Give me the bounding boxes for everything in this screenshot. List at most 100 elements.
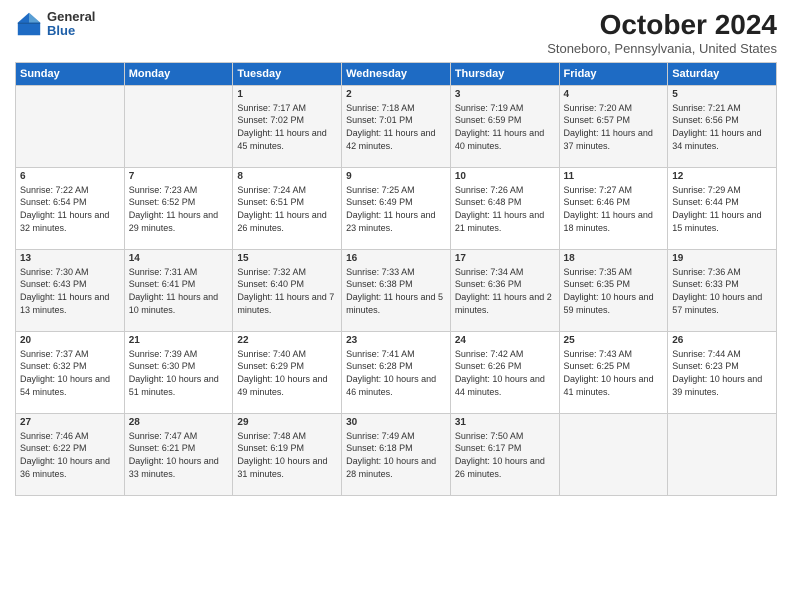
day-cell-3-1: 13 Sunrise: 7:30 AMSunset: 6:43 PMDayligh…	[16, 249, 125, 331]
week-row-4: 20 Sunrise: 7:37 AMSunset: 6:32 PMDayligh…	[16, 331, 777, 413]
day-info: Sunrise: 7:49 AMSunset: 6:18 PMDaylight:…	[346, 430, 446, 480]
day-cell-4-7: 26 Sunrise: 7:44 AMSunset: 6:23 PMDayligh…	[668, 331, 777, 413]
day-number: 27	[20, 417, 120, 428]
day-cell-2-3: 8 Sunrise: 7:24 AMSunset: 6:51 PMDaylight…	[233, 167, 342, 249]
day-info: Sunrise: 7:25 AMSunset: 6:49 PMDaylight:…	[346, 184, 446, 234]
day-number: 3	[455, 89, 555, 100]
day-info: Sunrise: 7:20 AMSunset: 6:57 PMDaylight:…	[564, 102, 664, 152]
day-number: 8	[237, 171, 337, 182]
day-number: 2	[346, 89, 446, 100]
day-cell-3-6: 18 Sunrise: 7:35 AMSunset: 6:35 PMDayligh…	[559, 249, 668, 331]
day-info: Sunrise: 7:18 AMSunset: 7:01 PMDaylight:…	[346, 102, 446, 152]
day-cell-5-1: 27 Sunrise: 7:46 AMSunset: 6:22 PMDayligh…	[16, 413, 125, 495]
logo-text: General Blue	[47, 10, 95, 39]
day-number: 1	[237, 89, 337, 100]
day-cell-4-2: 21 Sunrise: 7:39 AMSunset: 6:30 PMDayligh…	[124, 331, 233, 413]
day-info: Sunrise: 7:44 AMSunset: 6:23 PMDaylight:…	[672, 348, 772, 398]
day-info: Sunrise: 7:27 AMSunset: 6:46 PMDaylight:…	[564, 184, 664, 234]
day-cell-4-5: 24Sunrise: 7:42 AMSunset: 6:26 PMDayligh…	[450, 331, 559, 413]
day-number: 18	[564, 253, 664, 264]
day-info: Sunrise: 7:35 AMSunset: 6:35 PMDaylight:…	[564, 266, 664, 316]
day-number: 14	[129, 253, 229, 264]
title-area: October 2024 Stoneboro, Pennsylvania, Un…	[547, 10, 777, 56]
day-cell-1-3: 1 Sunrise: 7:17 AMSunset: 7:02 PMDaylight…	[233, 85, 342, 167]
day-info: Sunrise: 7:17 AMSunset: 7:02 PMDaylight:…	[237, 102, 337, 152]
day-number: 23	[346, 335, 446, 346]
day-cell-5-2: 28 Sunrise: 7:47 AMSunset: 6:21 PMDayligh…	[124, 413, 233, 495]
day-cell-2-2: 7 Sunrise: 7:23 AMSunset: 6:52 PMDaylight…	[124, 167, 233, 249]
day-cell-2-1: 6Sunrise: 7:22 AMSunset: 6:54 PMDaylight…	[16, 167, 125, 249]
week-row-1: 1 Sunrise: 7:17 AMSunset: 7:02 PMDaylight…	[16, 85, 777, 167]
day-cell-3-4: 16 Sunrise: 7:33 AMSunset: 6:38 PMDayligh…	[342, 249, 451, 331]
day-cell-5-3: 29 Sunrise: 7:48 AMSunset: 6:19 PMDayligh…	[233, 413, 342, 495]
day-info: Sunrise: 7:46 AMSunset: 6:22 PMDaylight:…	[20, 430, 120, 480]
day-cell-2-4: 9 Sunrise: 7:25 AMSunset: 6:49 PMDaylight…	[342, 167, 451, 249]
day-number: 29	[237, 417, 337, 428]
day-number: 30	[346, 417, 446, 428]
day-info: Sunrise: 7:37 AMSunset: 6:32 PMDaylight:…	[20, 348, 120, 398]
day-number: 9	[346, 171, 446, 182]
day-number: 21	[129, 335, 229, 346]
day-cell-2-6: 11 Sunrise: 7:27 AMSunset: 6:46 PMDayligh…	[559, 167, 668, 249]
day-number: 5	[672, 89, 772, 100]
day-info: Sunrise: 7:41 AMSunset: 6:28 PMDaylight:…	[346, 348, 446, 398]
day-cell-4-1: 20 Sunrise: 7:37 AMSunset: 6:32 PMDayligh…	[16, 331, 125, 413]
day-cell-3-2: 14 Sunrise: 7:31 AMSunset: 6:41 PMDayligh…	[124, 249, 233, 331]
day-cell-1-2	[124, 85, 233, 167]
header-day-thursday: Thursday	[450, 62, 559, 85]
day-cell-3-5: 17Sunrise: 7:34 AMSunset: 6:36 PMDayligh…	[450, 249, 559, 331]
day-number: 31	[455, 417, 555, 428]
logo-icon	[15, 10, 43, 38]
day-info: Sunrise: 7:31 AMSunset: 6:41 PMDaylight:…	[129, 266, 229, 316]
day-number: 16	[346, 253, 446, 264]
day-cell-2-5: 10Sunrise: 7:26 AMSunset: 6:48 PMDayligh…	[450, 167, 559, 249]
day-info: Sunrise: 7:21 AMSunset: 6:56 PMDaylight:…	[672, 102, 772, 152]
month-title: October 2024	[547, 10, 777, 41]
day-number: 25	[564, 335, 664, 346]
day-cell-4-3: 22 Sunrise: 7:40 AMSunset: 6:29 PMDayligh…	[233, 331, 342, 413]
day-info: Sunrise: 7:33 AMSunset: 6:38 PMDaylight:…	[346, 266, 446, 316]
day-cell-2-7: 12 Sunrise: 7:29 AMSunset: 6:44 PMDayligh…	[668, 167, 777, 249]
day-info: Sunrise: 7:34 AMSunset: 6:36 PMDaylight:…	[455, 266, 555, 316]
day-number: 20	[20, 335, 120, 346]
day-number: 12	[672, 171, 772, 182]
day-info: Sunrise: 7:24 AMSunset: 6:51 PMDaylight:…	[237, 184, 337, 234]
day-info: Sunrise: 7:22 AMSunset: 6:54 PMDaylight:…	[20, 184, 120, 234]
day-cell-3-3: 15Sunrise: 7:32 AMSunset: 6:40 PMDayligh…	[233, 249, 342, 331]
day-cell-5-6	[559, 413, 668, 495]
day-info: Sunrise: 7:48 AMSunset: 6:19 PMDaylight:…	[237, 430, 337, 480]
day-number: 13	[20, 253, 120, 264]
day-info: Sunrise: 7:42 AMSunset: 6:26 PMDaylight:…	[455, 348, 555, 398]
day-number: 22	[237, 335, 337, 346]
day-info: Sunrise: 7:29 AMSunset: 6:44 PMDaylight:…	[672, 184, 772, 234]
header-day-saturday: Saturday	[668, 62, 777, 85]
day-number: 26	[672, 335, 772, 346]
day-info: Sunrise: 7:19 AMSunset: 6:59 PMDaylight:…	[455, 102, 555, 152]
day-info: Sunrise: 7:36 AMSunset: 6:33 PMDaylight:…	[672, 266, 772, 316]
day-info: Sunrise: 7:23 AMSunset: 6:52 PMDaylight:…	[129, 184, 229, 234]
day-cell-5-4: 30 Sunrise: 7:49 AMSunset: 6:18 PMDayligh…	[342, 413, 451, 495]
day-cell-5-7	[668, 413, 777, 495]
day-number: 11	[564, 171, 664, 182]
day-cell-1-7: 5 Sunrise: 7:21 AMSunset: 6:56 PMDaylight…	[668, 85, 777, 167]
day-number: 4	[564, 89, 664, 100]
day-cell-1-5: 3 Sunrise: 7:19 AMSunset: 6:59 PMDaylight…	[450, 85, 559, 167]
day-number: 19	[672, 253, 772, 264]
day-info: Sunrise: 7:47 AMSunset: 6:21 PMDaylight:…	[129, 430, 229, 480]
day-number: 7	[129, 171, 229, 182]
logo-general-text: General	[47, 10, 95, 24]
day-info: Sunrise: 7:30 AMSunset: 6:43 PMDaylight:…	[20, 266, 120, 316]
day-cell-4-4: 23 Sunrise: 7:41 AMSunset: 6:28 PMDayligh…	[342, 331, 451, 413]
header-row: SundayMondayTuesdayWednesdayThursdayFrid…	[16, 62, 777, 85]
calendar-table: SundayMondayTuesdayWednesdayThursdayFrid…	[15, 62, 777, 496]
day-number: 28	[129, 417, 229, 428]
header-day-sunday: Sunday	[16, 62, 125, 85]
logo-blue-text: Blue	[47, 24, 95, 38]
day-number: 15	[237, 253, 337, 264]
day-cell-4-6: 25 Sunrise: 7:43 AMSunset: 6:25 PMDayligh…	[559, 331, 668, 413]
location: Stoneboro, Pennsylvania, United States	[547, 41, 777, 56]
day-info: Sunrise: 7:39 AMSunset: 6:30 PMDaylight:…	[129, 348, 229, 398]
header-day-tuesday: Tuesday	[233, 62, 342, 85]
day-info: Sunrise: 7:40 AMSunset: 6:29 PMDaylight:…	[237, 348, 337, 398]
day-info: Sunrise: 7:43 AMSunset: 6:25 PMDaylight:…	[564, 348, 664, 398]
